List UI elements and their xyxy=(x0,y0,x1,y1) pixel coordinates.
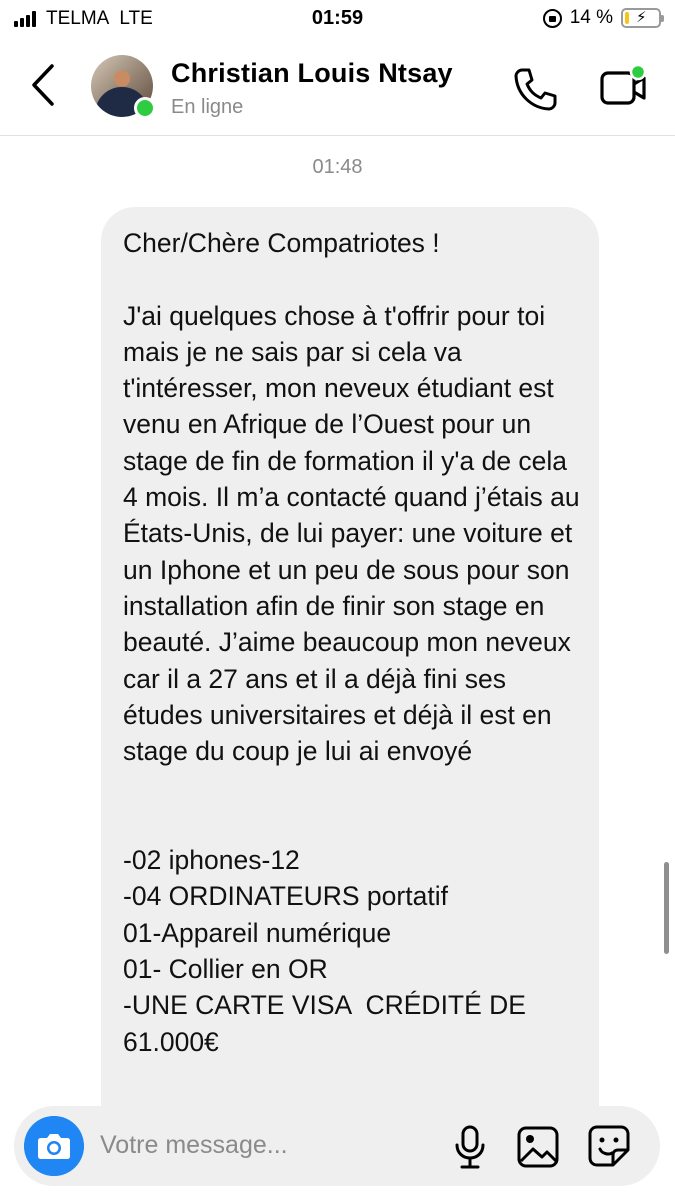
orientation-lock-icon xyxy=(542,8,562,28)
chevron-left-icon[interactable] xyxy=(26,60,60,110)
contact-name[interactable]: Christian Louis Ntsay xyxy=(171,58,453,89)
message-timestamp: 01:48 xyxy=(312,156,363,178)
scrollbar[interactable] xyxy=(664,862,669,954)
microphone-icon[interactable] xyxy=(452,1124,488,1170)
chat-header: Christian Louis Ntsay En ligne xyxy=(0,38,675,136)
message-input[interactable] xyxy=(100,1124,400,1166)
phone-icon[interactable] xyxy=(512,66,558,112)
video-camera-icon[interactable] xyxy=(598,64,650,112)
message-text: Cher/Chère Compatriotes ! J'ai quelques … xyxy=(123,228,580,1057)
message-bubble[interactable]: Cher/Chère Compatriotes ! J'ai quelques … xyxy=(101,207,599,1167)
charging-bolt-icon: ⚡ xyxy=(636,9,647,26)
status-bar: TELMA LTE 01:59 14 % ⚡ xyxy=(0,0,675,38)
battery-fill xyxy=(625,12,629,24)
status-right: 14 % ⚡ xyxy=(542,7,664,29)
battery-icon: ⚡ xyxy=(621,8,664,28)
battery-percent: 14 % xyxy=(569,7,613,28)
message-composer xyxy=(14,1106,660,1186)
contact-status: En ligne xyxy=(171,96,244,118)
sticker-icon[interactable] xyxy=(587,1124,631,1168)
image-icon[interactable] xyxy=(516,1125,560,1169)
camera-icon[interactable] xyxy=(24,1116,84,1176)
online-indicator xyxy=(134,97,156,119)
